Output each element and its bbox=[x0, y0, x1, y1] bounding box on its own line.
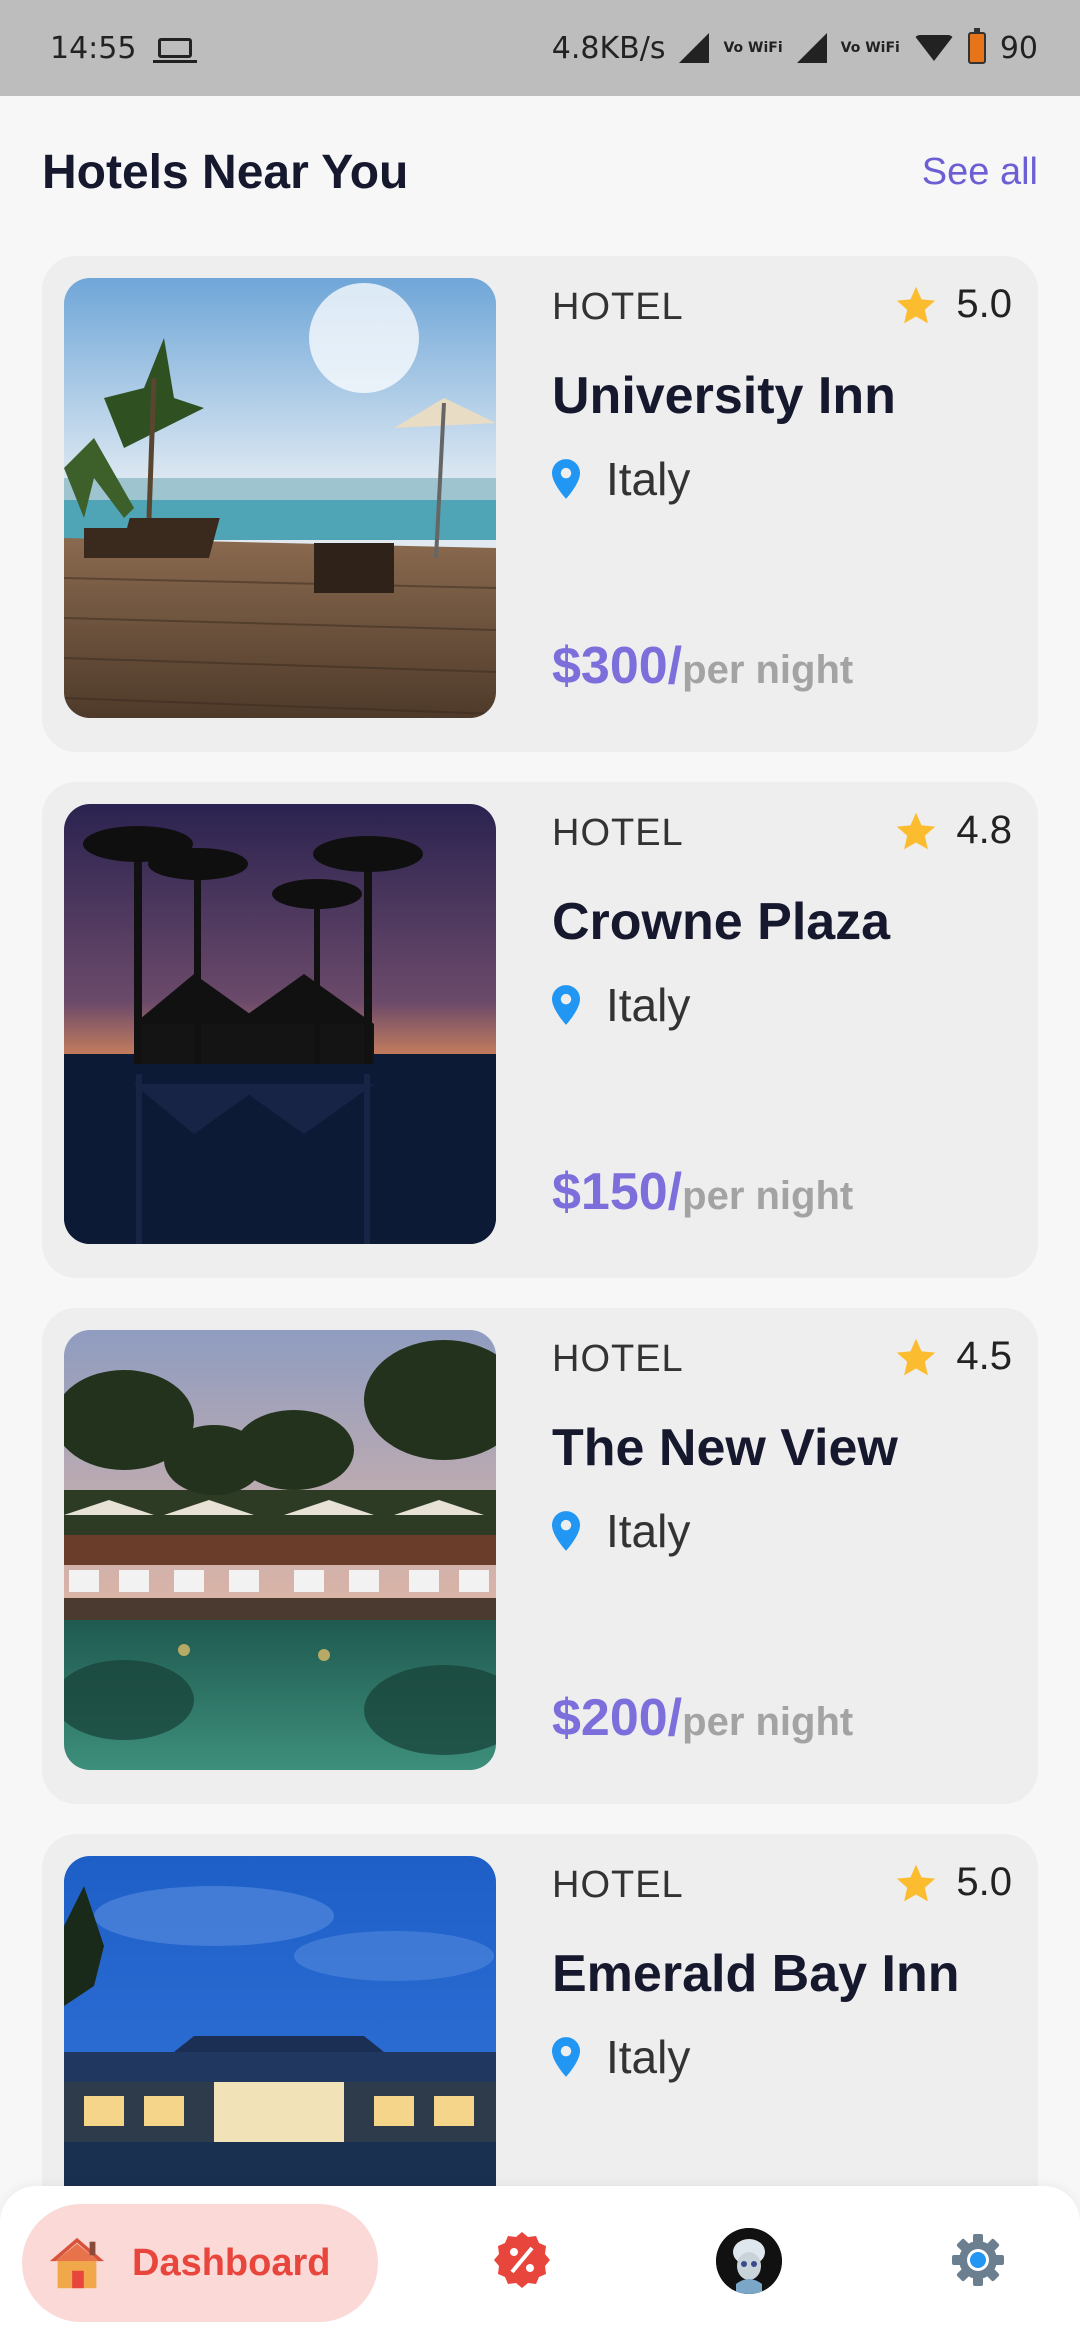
hotel-location: Italy bbox=[552, 2030, 690, 2084]
status-bar: 14:55 4.8KB/s Vo WiFi Vo WiFi 90 bbox=[0, 0, 1080, 96]
hotel-price: $150/ per night bbox=[552, 1162, 853, 1222]
price-value: $300/ bbox=[552, 637, 683, 695]
price-unit: per night bbox=[682, 1174, 854, 1218]
hotel-location: Italy bbox=[552, 452, 690, 506]
hotel-card[interactable]: HOTEL 5.0 University Inn Italy $300/ per… bbox=[42, 256, 1038, 752]
wifi-icon bbox=[913, 35, 954, 61]
hotel-card[interactable]: HOTEL 4.5 The New View Italy $200/ per n… bbox=[42, 1308, 1038, 1804]
price-value: $150/ bbox=[552, 1163, 683, 1221]
hotel-card[interactable]: HOTEL 4.8 Crowne Plaza Italy $150/ per n… bbox=[42, 782, 1038, 1278]
location-pin-icon bbox=[552, 985, 580, 1025]
discount-icon[interactable] bbox=[492, 2230, 552, 2290]
location-text: Italy bbox=[606, 1505, 691, 1557]
location-pin-icon bbox=[552, 459, 580, 499]
price-unit: per night bbox=[682, 1700, 854, 1744]
hotel-price: $200/ per night bbox=[552, 1688, 853, 1748]
hotel-rating: 4.5 bbox=[894, 1334, 1012, 1379]
hotel-image bbox=[64, 804, 496, 1244]
nav-dashboard-label: Dashboard bbox=[132, 2241, 331, 2284]
house-icon bbox=[49, 2237, 105, 2289]
section-title: Hotels Near You bbox=[42, 146, 409, 199]
star-icon bbox=[897, 286, 936, 323]
signal-icon-2 bbox=[796, 33, 827, 63]
hotel-type: HOTEL bbox=[552, 812, 684, 854]
vowifi-label: Vo WiFi bbox=[723, 40, 783, 56]
nav-dashboard[interactable]: Dashboard bbox=[22, 2204, 378, 2322]
section-header: Hotels Near You See all bbox=[42, 145, 1038, 200]
avatar[interactable] bbox=[716, 2228, 782, 2294]
location-text: Italy bbox=[606, 453, 691, 505]
signal-icon bbox=[679, 33, 710, 63]
hotel-rating: 5.0 bbox=[894, 1860, 1012, 1905]
hotel-price: $300/ per night bbox=[552, 636, 853, 696]
location-text: Italy bbox=[606, 979, 691, 1031]
price-unit: per night bbox=[682, 648, 854, 692]
rating-value: 4.8 bbox=[956, 808, 1012, 852]
vowifi-label-2: Vo WiFi bbox=[840, 40, 900, 56]
star-icon bbox=[897, 1864, 936, 1901]
hotel-name: Crowne Plaza bbox=[552, 893, 891, 951]
net-speed: 4.8KB/s bbox=[551, 30, 666, 66]
status-left: 14:55 bbox=[50, 30, 198, 66]
hotel-rating: 5.0 bbox=[894, 282, 1012, 327]
hotel-name: The New View bbox=[552, 1419, 898, 1477]
rating-value: 5.0 bbox=[956, 282, 1012, 326]
hotel-type: HOTEL bbox=[552, 1864, 684, 1906]
rating-value: 5.0 bbox=[956, 1860, 1012, 1904]
battery-icon bbox=[967, 28, 986, 64]
hotel-type: HOTEL bbox=[552, 286, 684, 328]
hotel-type: HOTEL bbox=[552, 1338, 684, 1380]
hotel-image bbox=[64, 1330, 496, 1770]
hotel-rating: 4.8 bbox=[894, 808, 1012, 853]
status-time: 14:55 bbox=[50, 30, 137, 66]
battery-level: 90 bbox=[999, 30, 1038, 66]
hotel-location: Italy bbox=[552, 978, 690, 1032]
location-pin-icon bbox=[552, 1511, 580, 1551]
star-icon bbox=[897, 812, 936, 849]
gear-icon[interactable] bbox=[948, 2230, 1008, 2290]
hotel-image bbox=[64, 278, 496, 718]
hotel-name: Emerald Bay Inn bbox=[552, 1945, 960, 2003]
location-pin-icon bbox=[552, 2037, 580, 2077]
bottom-nav: Dashboard bbox=[0, 2186, 1080, 2340]
location-text: Italy bbox=[606, 2031, 691, 2083]
see-all-link[interactable]: See all bbox=[922, 151, 1038, 194]
rating-value: 4.5 bbox=[956, 1334, 1012, 1378]
laptop-icon bbox=[153, 38, 198, 63]
hotel-name: University Inn bbox=[552, 367, 896, 425]
status-right: 4.8KB/s Vo WiFi Vo WiFi 90 bbox=[551, 28, 1038, 66]
hotel-location: Italy bbox=[552, 1504, 690, 1558]
star-icon bbox=[897, 1338, 936, 1375]
price-value: $200/ bbox=[552, 1689, 683, 1747]
